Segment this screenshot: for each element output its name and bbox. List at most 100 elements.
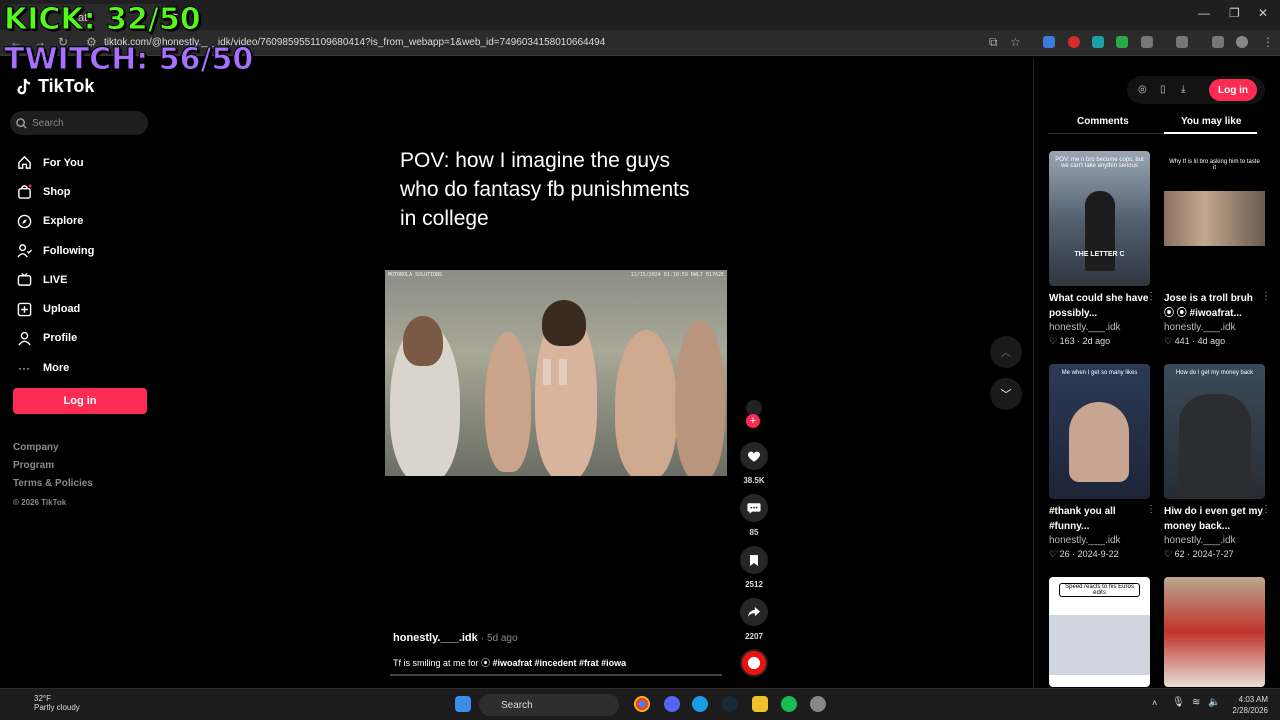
more-options-icon[interactable]: ⋮ [1146, 291, 1156, 302]
chrome-icon[interactable] [634, 696, 650, 712]
sidebar-item-more[interactable]: ··· More [16, 353, 94, 382]
weather-widget[interactable]: 32°F Partly cloudy [14, 694, 80, 712]
top-login-button[interactable]: Log in [1209, 79, 1257, 101]
tab-you-may-like[interactable]: You may like [1181, 116, 1241, 127]
video-progress-bar[interactable] [390, 674, 722, 676]
video-card[interactable]: Me when I get so many likes #thank you a… [1049, 364, 1156, 560]
extensions-puzzle-icon[interactable] [1141, 36, 1153, 48]
tray-chevron-icon[interactable]: ˄ [1152, 698, 1157, 708]
video-card[interactable]: Why tf is lil bro asking him to taste it… [1164, 151, 1271, 347]
wifi-icon[interactable]: ≋ [1192, 697, 1200, 708]
steam-icon[interactable] [722, 696, 738, 712]
extension-icon[interactable] [1116, 36, 1128, 48]
video-player[interactable]: MOTOROLA SOLUTIONS 11/15/2024 01:10:59 B… [385, 270, 727, 476]
share-count: 2207 [745, 632, 763, 641]
scroll-up-button[interactable]: ︿ [990, 336, 1022, 368]
video-card[interactable] [1164, 577, 1265, 687]
close-icon[interactable]: ✕ [1258, 6, 1268, 20]
logo-text: TikTok [38, 76, 95, 96]
video-description: Tf is smiling at me for ⦿ #iwoafrat #inc… [393, 656, 626, 669]
login-button[interactable]: Log in [13, 388, 147, 414]
tab-comments[interactable]: Comments [1077, 116, 1129, 127]
search-input[interactable]: Search [10, 111, 148, 135]
live-icon [16, 272, 32, 288]
discord-icon[interactable] [664, 696, 680, 712]
windows-start-icon[interactable] [455, 696, 471, 712]
spotify-icon[interactable] [781, 696, 797, 712]
thumb-image [1049, 615, 1150, 675]
card-date: 2024-9-22 [1077, 549, 1119, 559]
footer-link-company[interactable]: Company [13, 442, 93, 460]
card-thumbnail: POV: me n bro become cops, but we can't … [1049, 151, 1150, 286]
app-icon[interactable] [810, 696, 826, 712]
download-icon[interactable]: ⤓ [1181, 84, 1185, 95]
sidebar-item-explore[interactable]: Explore [16, 207, 94, 236]
pause-bar [543, 359, 551, 385]
browser-menu-icon[interactable]: ⋮ [1262, 35, 1274, 49]
sidebar-item-live[interactable]: LIVE [16, 265, 94, 294]
edge-icon[interactable] [692, 696, 708, 712]
sidebar-item-following[interactable]: Following [16, 236, 94, 265]
thumb-figure [1069, 402, 1129, 482]
profile-avatar-icon[interactable] [1236, 36, 1248, 48]
thumb-text: POV: me n bro become cops, but we can't … [1055, 157, 1144, 169]
footer-link-terms[interactable]: Terms & Policies [13, 478, 93, 496]
like-button[interactable]: 38.5K [738, 442, 770, 485]
windows-taskbar: 32°F Partly cloudy Search ˄ 🎙 ≋ 🔈 4:03 A… [0, 688, 1280, 720]
install-app-icon[interactable]: ⧉ [989, 35, 998, 50]
sidebar-item-for-you[interactable]: For You [16, 148, 94, 177]
compass-icon[interactable]: ◎ [1138, 84, 1147, 95]
following-icon [16, 243, 32, 259]
system-clock[interactable]: 4:03 AM 2/28/2026 [1228, 694, 1268, 716]
phone-icon[interactable]: ▯ [1160, 84, 1166, 95]
more-options-icon[interactable]: ⋮ [1261, 291, 1271, 302]
card-author: honestly.___.idk [1049, 535, 1121, 546]
comment-count: 85 [749, 528, 759, 537]
compass-icon [16, 213, 32, 229]
more-options-icon[interactable]: ⋮ [1261, 504, 1271, 515]
sidebar-item-label: Following [43, 244, 95, 257]
author-username[interactable]: honestly.___.idk [393, 632, 478, 644]
video-card[interactable]: How do I get my money back Hiw do i even… [1164, 364, 1271, 560]
scroll-down-button[interactable]: ﹀ [990, 378, 1022, 410]
tiktok-logo[interactable]: TikTok [16, 76, 94, 97]
card-title: Hiw do i even get my money back... [1164, 506, 1263, 532]
music-disc-icon[interactable] [740, 649, 768, 677]
more-options-icon[interactable]: ⋮ [1146, 504, 1156, 515]
card-thumbnail: Me when I get so many likes [1049, 364, 1150, 499]
media-icon[interactable] [1212, 36, 1224, 48]
extension-icon[interactable] [1092, 36, 1104, 48]
card-likes: 441 [1174, 336, 1190, 346]
video-caption: POV: how I imagine the guys who do fanta… [400, 149, 690, 230]
minimize-icon[interactable]: — [1198, 6, 1210, 20]
video-card[interactable]: POV: me n bro become cops, but we can't … [1049, 151, 1156, 347]
card-title: Jose is a troll bruh ⦿ ⦿ #iwoafrat... [1164, 293, 1253, 319]
comment-button[interactable]: 85 [738, 494, 770, 537]
follow-plus-icon[interactable]: + [746, 414, 760, 428]
sidebar-item-label: Shop [43, 185, 71, 198]
taskbar-search[interactable]: Search [479, 694, 619, 716]
heart-outline-icon: ♡ [1049, 549, 1060, 559]
sidebar-item-upload[interactable]: Upload [16, 294, 94, 323]
heart-outline-icon: ♡ [1164, 549, 1175, 559]
share-icon [740, 598, 768, 626]
save-button[interactable]: 2512 [738, 546, 770, 589]
footer-link-program[interactable]: Program [13, 460, 93, 478]
share-button[interactable]: 2207 [738, 598, 770, 641]
file-explorer-icon[interactable] [752, 696, 768, 712]
pause-icon[interactable] [533, 350, 577, 394]
extension-icon[interactable] [1068, 36, 1080, 48]
bookmark-star-icon[interactable]: ☆ [1010, 35, 1021, 49]
maximize-icon[interactable]: ❐ [1229, 6, 1240, 20]
microphone-icon[interactable]: 🎙 [1172, 697, 1185, 708]
weather-desc: Partly cloudy [34, 703, 80, 712]
hashtags[interactable]: #iwoafrat #incedent #frat #iowa [493, 658, 627, 668]
volume-icon[interactable]: 🔈 [1208, 697, 1220, 708]
extension-icon[interactable] [1043, 36, 1055, 48]
sidebar-icon[interactable] [1176, 36, 1188, 48]
video-card[interactable]: Speed reacts to his Euros edits [1049, 577, 1150, 687]
more-icon: ··· [18, 360, 30, 375]
clock-time: 4:03 AM [1238, 695, 1268, 704]
sidebar-item-shop[interactable]: Shop [16, 177, 94, 206]
sidebar-item-profile[interactable]: Profile [16, 324, 94, 353]
